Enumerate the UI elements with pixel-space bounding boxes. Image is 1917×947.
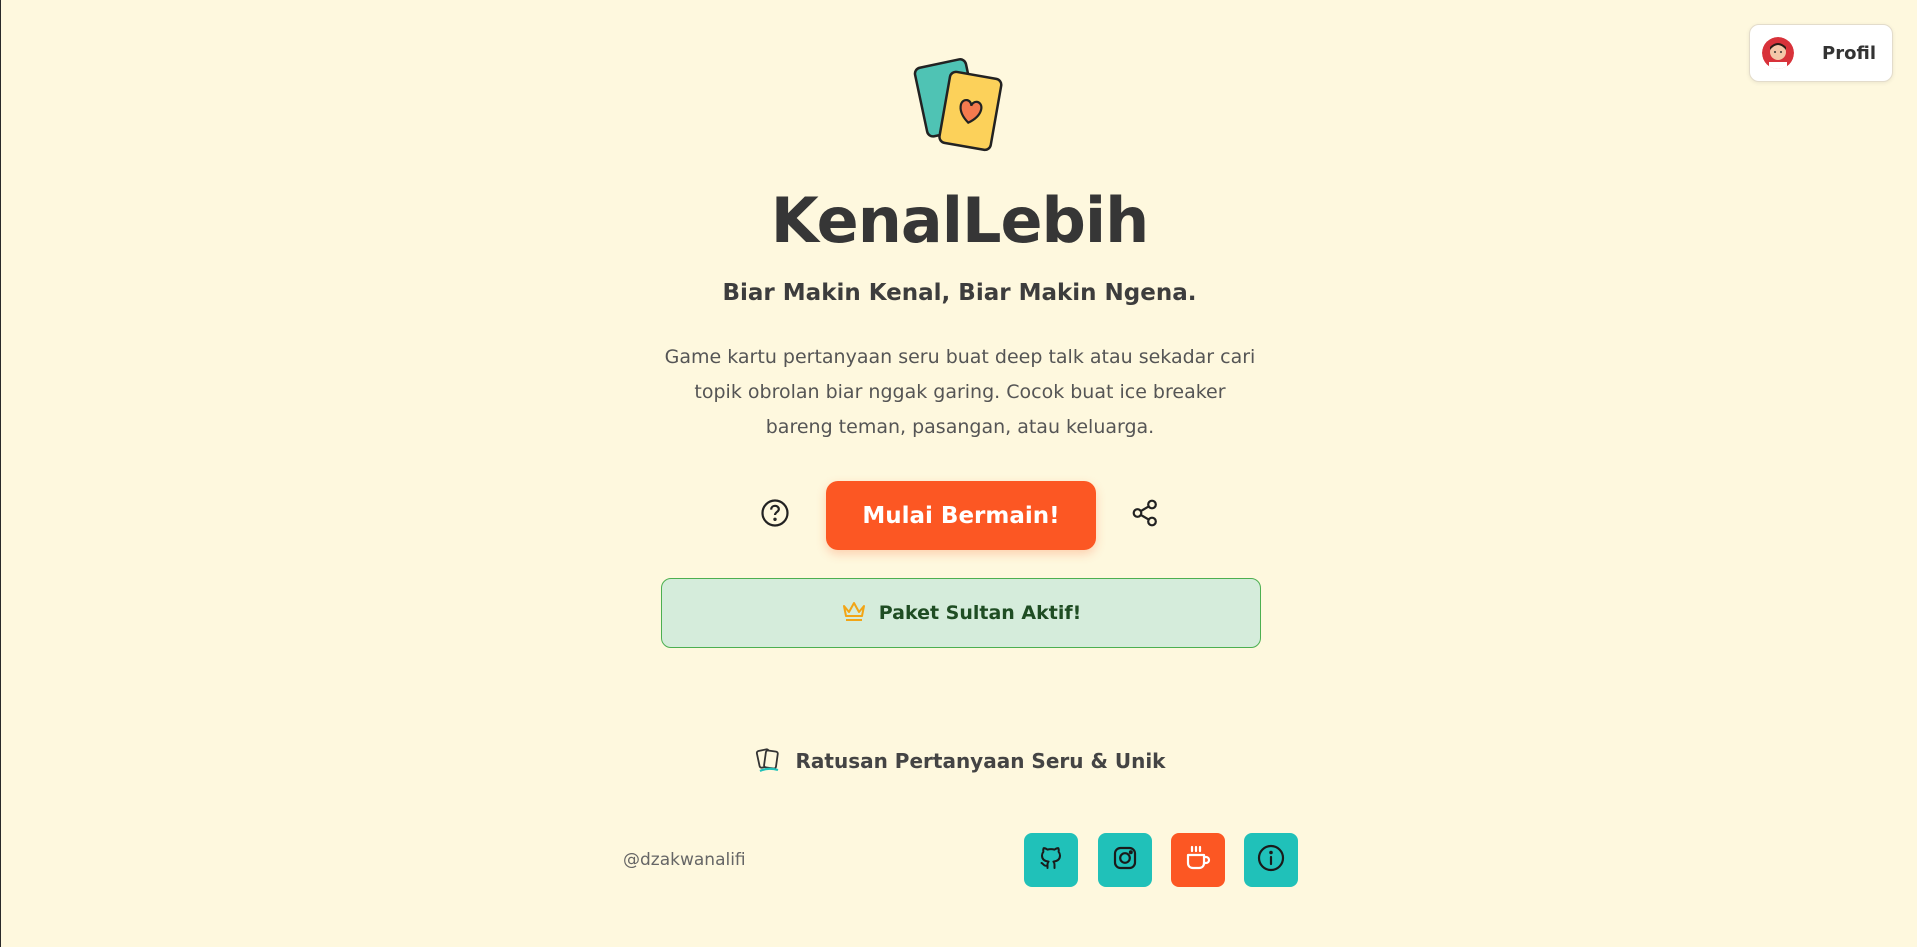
avatar xyxy=(1762,37,1794,69)
app-description: Game kartu pertanyaan seru buat deep tal… xyxy=(664,346,1256,438)
share-icon xyxy=(1130,498,1160,532)
feature-highlight: Ratusan Pertanyaan Seru & Unik xyxy=(1,745,1917,777)
playing-cards-heart-icon xyxy=(911,55,1006,155)
instagram-link[interactable] xyxy=(1098,833,1152,887)
feature-label: Ratusan Pertanyaan Seru & Unik xyxy=(795,749,1166,773)
author-handle-link[interactable]: @dzakwanalifi xyxy=(623,850,746,870)
app-title: KenalLebih xyxy=(770,184,1150,257)
github-link[interactable] xyxy=(1024,833,1078,887)
share-button[interactable] xyxy=(1125,495,1165,535)
github-icon xyxy=(1037,844,1065,876)
crown-icon xyxy=(841,600,867,626)
premium-status-label: Paket Sultan Aktif! xyxy=(878,602,1082,624)
help-circle-icon xyxy=(760,498,790,532)
instagram-icon xyxy=(1111,844,1139,876)
buy-coffee-link[interactable] xyxy=(1171,833,1225,887)
premium-status-badge: Paket Sultan Aktif! xyxy=(661,578,1261,648)
info-icon xyxy=(1256,843,1286,877)
profile-label: Profil xyxy=(1822,42,1876,64)
info-link[interactable] xyxy=(1244,833,1298,887)
cards-icon xyxy=(754,745,782,777)
start-game-button[interactable]: Mulai Bermain! xyxy=(826,481,1096,550)
page: Profil KenalLebih Biar Makin Kenal, Biar… xyxy=(0,0,1917,947)
coffee-icon xyxy=(1183,843,1213,877)
help-button[interactable] xyxy=(755,495,795,535)
app-tagline: Biar Makin Kenal, Biar Makin Ngena. xyxy=(722,280,1197,306)
profile-button[interactable]: Profil xyxy=(1749,24,1893,82)
